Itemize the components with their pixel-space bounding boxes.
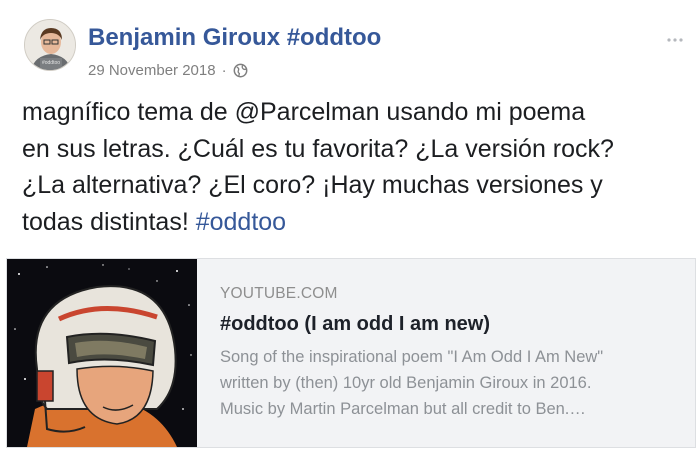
post-text: magnífico tema de @Parcelman usando mi p… (22, 94, 682, 240)
post-body-text: magnífico tema de @Parcelman usando mi p… (22, 98, 614, 236)
more-options-icon[interactable] (666, 30, 684, 42)
post-hashtag-link[interactable]: #oddtoo (196, 208, 286, 236)
post-meta: 29 November 2018 · (88, 62, 248, 79)
link-title[interactable]: #oddtoo (I am odd I am new) (220, 313, 680, 336)
avatar-photo: #oddtoo (25, 20, 75, 70)
author-name[interactable]: Benjamin Giroux #oddtoo (88, 24, 381, 52)
link-description: Song of the inspirational poem "I Am Odd… (220, 344, 680, 422)
author-avatar[interactable]: #oddtoo (24, 19, 76, 71)
link-description-line: written by (then) 10yr old Benjamin Giro… (220, 374, 592, 392)
link-description-line: Music by Martin Parcelman but all credit… (220, 400, 586, 418)
globe-icon[interactable] (233, 63, 248, 78)
link-preview-card[interactable]: YOUTUBE.COM #oddtoo (I am odd I am new) … (6, 258, 696, 448)
meta-separator: · (221, 62, 227, 79)
link-domain: YOUTUBE.COM (220, 285, 338, 302)
link-description-line: Song of the inspirational poem "I Am Odd… (220, 348, 604, 366)
link-preview-thumbnail[interactable] (7, 259, 197, 447)
link-preview-body: YOUTUBE.COM #oddtoo (I am odd I am new) … (220, 285, 680, 422)
svg-text:#oddtoo: #oddtoo (42, 60, 60, 66)
post-date[interactable]: 29 November 2018 (88, 62, 216, 79)
